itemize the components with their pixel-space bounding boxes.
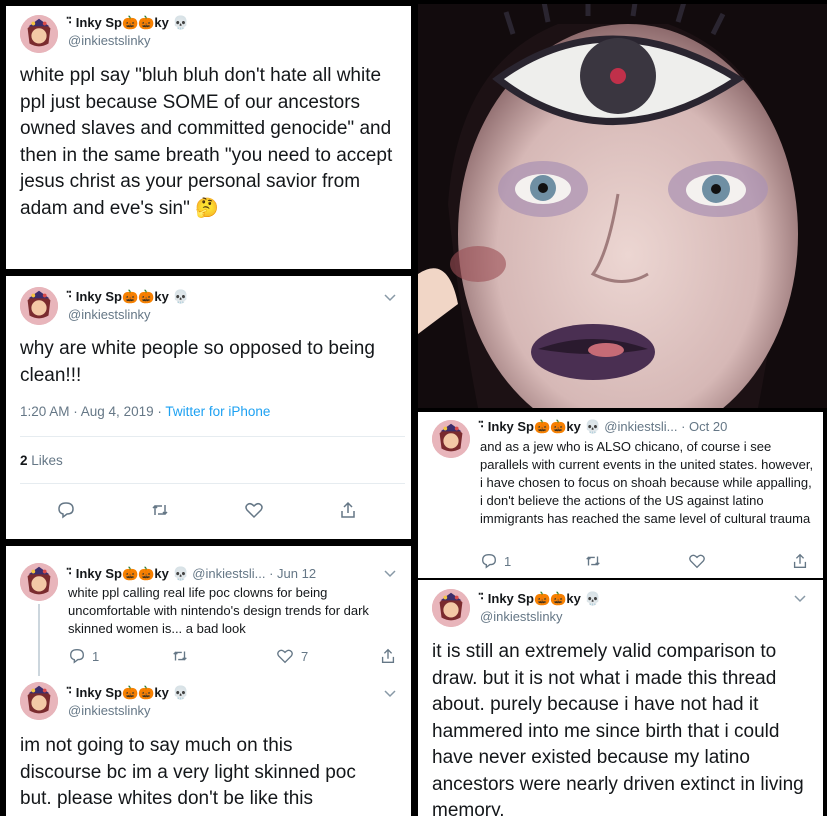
like-icon[interactable] xyxy=(276,647,294,665)
name-prefix: ⋅̈ xyxy=(68,15,73,30)
reply-count: 1 xyxy=(92,649,100,664)
timestamp-text: 1:20 AM · Aug 4, 2019 · xyxy=(20,404,166,419)
display-name[interactable]: ⋅̈ Inky Sp🎃🎃ky 💀 @inkiestsli... · Oct 20 xyxy=(480,419,727,435)
name-prefix: ⋅̈ xyxy=(68,566,73,581)
user-handle[interactable]: @inkiestslinky xyxy=(68,33,151,48)
reply-icon[interactable] xyxy=(68,647,86,665)
divider xyxy=(20,483,405,484)
divider xyxy=(20,436,405,437)
reply-icon[interactable] xyxy=(480,552,498,570)
source-link[interactable]: Twitter for iPhone xyxy=(165,404,270,419)
face-photo-icon xyxy=(418,4,827,408)
retweet-icon[interactable] xyxy=(584,552,602,570)
avatar-image-icon xyxy=(20,563,58,601)
avatar[interactable] xyxy=(432,420,470,458)
user-handle[interactable]: @inkiestsli... xyxy=(192,566,265,581)
likes-count[interactable]: 2 Likes xyxy=(20,453,63,468)
tweet-text: and as a jew who is ALSO chicano, of cou… xyxy=(480,439,814,526)
name-prefix: ⋅̈ xyxy=(480,591,485,606)
likes-number: 2 xyxy=(20,453,28,468)
thread-line xyxy=(38,604,40,676)
display-name[interactable]: ⋅̈ Inky Sp🎃🎃ky 💀 xyxy=(480,591,601,607)
likes-label: Likes xyxy=(27,453,63,468)
tweet-card-2: ⋅̈ Inky Sp🎃🎃ky 💀 @inkiestslinky why are … xyxy=(6,276,411,539)
display-name-text: Inky Sp🎃🎃ky xyxy=(75,685,169,700)
chevron-down-icon[interactable] xyxy=(383,568,397,578)
name-prefix: ⋅̈ xyxy=(68,289,73,304)
user-handle[interactable]: @inkiestslinky xyxy=(68,703,151,718)
share-icon[interactable] xyxy=(379,647,397,665)
tweet-text: why are white people so opposed to being… xyxy=(20,338,375,386)
display-name-text: Inky Sp🎃🎃ky xyxy=(75,15,169,30)
name-prefix: ⋅̈ xyxy=(480,419,485,434)
tweet-text: im not going to say much on this discour… xyxy=(20,735,356,809)
retweet-icon[interactable] xyxy=(150,500,170,520)
chevron-down-icon[interactable] xyxy=(383,292,397,302)
display-name-text: Inky Sp🎃🎃ky xyxy=(487,419,581,434)
chevron-down-icon[interactable] xyxy=(793,593,807,603)
skull-icon: 💀 xyxy=(584,591,601,606)
avatar[interactable] xyxy=(20,15,58,53)
user-handle[interactable]: @inkiestsli... xyxy=(604,419,677,434)
tweet-card-3: ⋅̈ Inky Sp🎃🎃ky 💀 @inkiestsli... · Jun 12… xyxy=(6,546,411,816)
tweet-text: white ppl say "bluh bluh don't hate all … xyxy=(20,63,405,222)
like-icon[interactable] xyxy=(688,552,706,570)
avatar-image-icon xyxy=(20,682,58,720)
name-prefix: ⋅̈ xyxy=(68,685,73,700)
reply-count: 1 xyxy=(504,554,512,569)
avatar[interactable] xyxy=(20,563,58,601)
like-count: 7 xyxy=(301,649,309,664)
like-icon[interactable] xyxy=(244,500,264,520)
avatar[interactable] xyxy=(20,287,58,325)
skull-icon: 💀 xyxy=(584,419,601,434)
skull-icon: 💀 xyxy=(172,566,189,581)
chevron-down-icon[interactable] xyxy=(383,688,397,698)
avatar-image-icon xyxy=(432,420,470,458)
tweet-text: white ppl calling real life poc clowns f… xyxy=(68,585,369,636)
user-handle[interactable]: @inkiestslinky xyxy=(68,307,151,322)
tweet-timestamp: 1:20 AM · Aug 4, 2019 · Twitter for iPho… xyxy=(20,404,270,419)
reply-icon[interactable] xyxy=(56,500,76,520)
display-name[interactable]: ⋅̈ Inky Sp🎃🎃ky 💀 @inkiestsli... · Jun 12 xyxy=(68,566,316,582)
skull-icon: 💀 xyxy=(172,15,189,30)
user-handle[interactable]: @inkiestslinky xyxy=(480,609,563,624)
avatar[interactable] xyxy=(432,589,470,627)
tweet-card-1: ⋅̈ Inky Sp🎃🎃ky 💀 @inkiestslinky white pp… xyxy=(6,6,411,269)
avatar-image-icon xyxy=(432,589,470,627)
tweet-text: it is still an extremely valid compariso… xyxy=(432,641,804,816)
avatar-image-icon xyxy=(20,287,58,325)
display-name[interactable]: ⋅̈ Inky Sp🎃🎃ky 💀 xyxy=(68,289,189,305)
retweet-icon[interactable] xyxy=(171,647,189,665)
tweet-date[interactable]: · Oct 20 xyxy=(681,419,727,434)
skull-icon: 💀 xyxy=(172,289,189,304)
share-icon[interactable] xyxy=(791,552,809,570)
avatar[interactable] xyxy=(20,682,58,720)
selfie-photo xyxy=(418,4,827,408)
skull-icon: 💀 xyxy=(172,685,189,700)
display-name[interactable]: ⋅̈ Inky Sp🎃🎃ky 💀 xyxy=(68,15,189,31)
share-icon[interactable] xyxy=(338,500,358,520)
display-name-text: Inky Sp🎃🎃ky xyxy=(487,591,581,606)
display-name-text: Inky Sp🎃🎃ky xyxy=(75,566,169,581)
tweet-card-5: ⋅̈ Inky Sp🎃🎃ky 💀 @inkiestsli... · Oct 20… xyxy=(418,412,823,578)
tweet-card-6: ⋅̈ Inky Sp🎃🎃ky 💀 @inkiestslinky it is st… xyxy=(418,580,823,816)
tweet-date[interactable]: · Jun 12 xyxy=(269,566,316,581)
display-name[interactable]: ⋅̈ Inky Sp🎃🎃ky 💀 xyxy=(68,685,189,701)
thinking-face-icon: 🤔 xyxy=(195,197,219,219)
avatar-image-icon xyxy=(20,15,58,53)
display-name-text: Inky Sp🎃🎃ky xyxy=(75,289,169,304)
